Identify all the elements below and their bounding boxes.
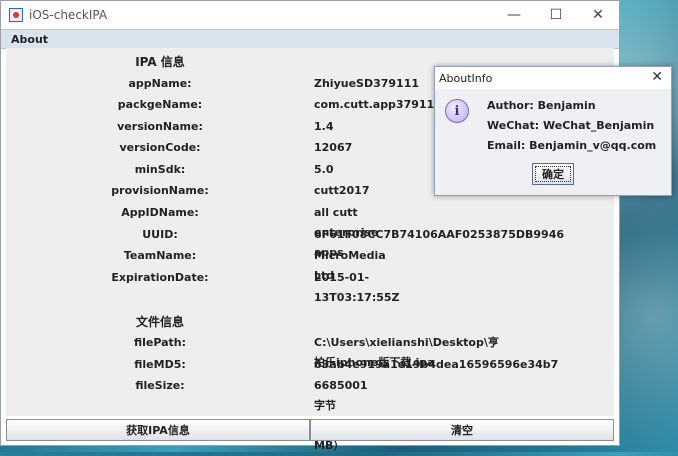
dialog-wechat: WeChat: WeChat_Benjamin xyxy=(487,119,655,132)
action-bar: 获取IPA信息 清空 xyxy=(6,419,614,441)
row-label: filePath: xyxy=(133,336,187,349)
row-label: UUID: xyxy=(142,228,178,241)
dialog-title: AboutInfo xyxy=(439,71,493,85)
java-app-icon xyxy=(9,8,23,22)
row-label: versionCode: xyxy=(119,141,201,154)
row-value: 6685001 字节（6.38 MB） xyxy=(314,379,368,452)
row-label: versionName: xyxy=(117,120,203,133)
row-value: 6F61F08CC7B74106AAF0253875DB9946 xyxy=(314,228,564,241)
info-icon: i xyxy=(445,99,469,123)
about-info-dialog: AboutInfo ✕ i Author: Benjamin WeChat: W… xyxy=(434,66,672,196)
row-value: 2015-01-13T03:17:55Z xyxy=(314,271,400,304)
dialog-ok-button[interactable]: 确定 xyxy=(532,163,574,185)
clear-button[interactable]: 清空 xyxy=(310,419,614,441)
dialog-author: Author: Benjamin xyxy=(487,99,596,112)
row-value: com.cutt.app379111 xyxy=(314,98,442,111)
row-label: TeamName: xyxy=(123,249,197,262)
row-value: cutt2017 xyxy=(314,184,370,197)
ipa-section-title: IPA 信息 xyxy=(135,55,185,69)
dialog-email: Email: Benjamin_v@qq.com xyxy=(487,139,657,152)
window-controls: — ☐ ✕ xyxy=(493,1,619,29)
dialog-body: i Author: Benjamin WeChat: WeChat_Benjam… xyxy=(435,89,671,195)
row-label: fileSize: xyxy=(135,379,185,392)
minimize-button[interactable]: — xyxy=(493,1,535,29)
row-value: 5.0 xyxy=(314,163,334,176)
row-value: 1.4 xyxy=(314,120,334,133)
window-title: iOS-checkIPA xyxy=(29,8,108,22)
menu-about[interactable]: About xyxy=(1,33,58,46)
row-label: AppIDName: xyxy=(121,206,199,219)
get-ipa-info-button[interactable]: 获取IPA信息 xyxy=(6,419,310,441)
menu-bar: About xyxy=(1,29,619,49)
maximize-button[interactable]: ☐ xyxy=(535,1,577,29)
row-value: 63ab4e919a1e19b4dea16596596e34b7 xyxy=(314,358,559,371)
close-button[interactable]: ✕ xyxy=(577,1,619,29)
row-label: minSdk: xyxy=(134,163,186,176)
title-bar: iOS-checkIPA — ☐ ✕ xyxy=(1,1,619,29)
row-value: ZhiyueSD379111 xyxy=(314,77,420,90)
file-section-title: 文件信息 xyxy=(135,315,184,329)
row-value: 12067 xyxy=(314,141,353,154)
row-label: appName: xyxy=(128,77,192,90)
dialog-close-button[interactable]: ✕ xyxy=(651,69,663,85)
dialog-title-bar: AboutInfo ✕ xyxy=(435,67,671,89)
row-label: packgeName: xyxy=(117,98,203,111)
row-label: provisionName: xyxy=(111,184,209,197)
row-label: ExpirationDate: xyxy=(111,271,209,284)
row-label: fileMD5: xyxy=(134,358,186,371)
